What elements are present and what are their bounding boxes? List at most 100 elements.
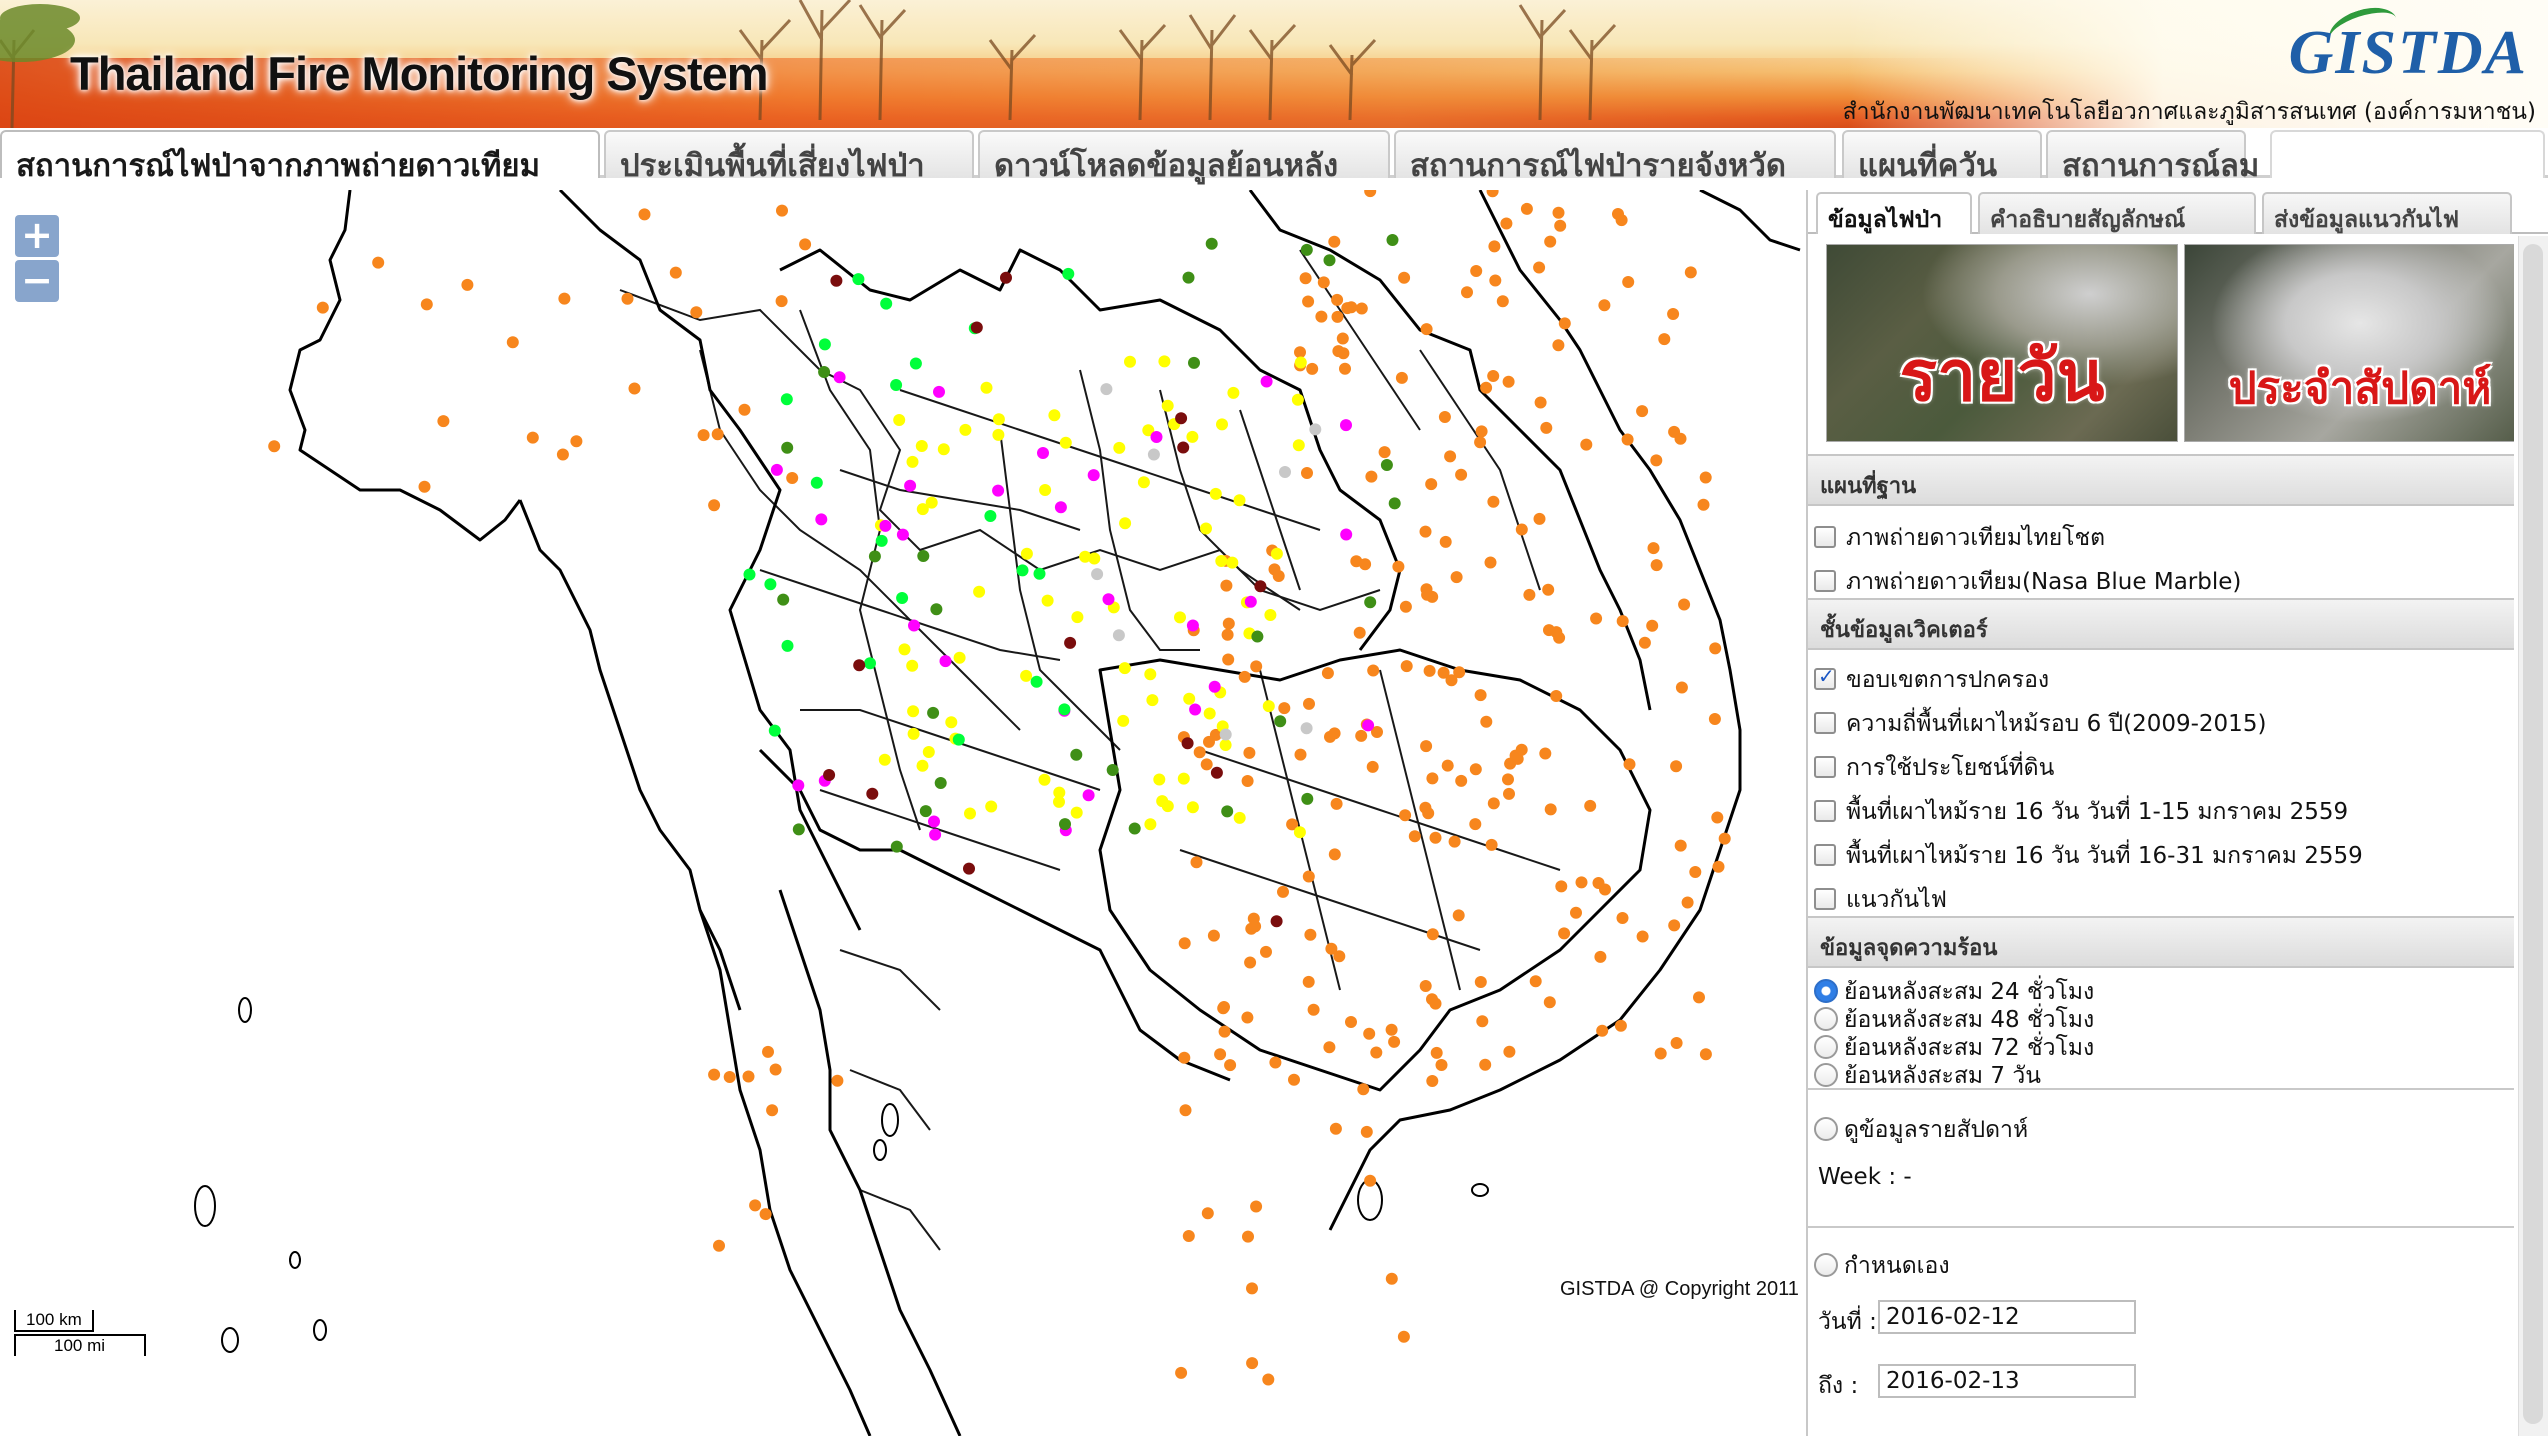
daily-label: รายวัน: [1899, 335, 2105, 417]
zoom-in-button[interactable]: +: [15, 215, 59, 257]
weekly-data-radio[interactable]: [1814, 1116, 1838, 1141]
admin-boundary-checkbox[interactable]: [1814, 664, 1836, 690]
custom-range-option[interactable]: กำหนดเอง: [1814, 1248, 1950, 1284]
hotspot-48h-radio[interactable]: [1814, 1006, 1838, 1031]
tab-download-history[interactable]: ดาวน์โหลดข้อมูลย้อนหลัง: [978, 130, 1390, 184]
hotspot-orange: [1367, 664, 1380, 677]
hotspot-green: [952, 733, 965, 746]
hotspot-yellow: [992, 428, 1005, 441]
hotspot-orange: [1543, 624, 1555, 637]
hotspot-orange: [1638, 636, 1651, 649]
hotspot-orange: [1674, 839, 1687, 852]
basemap-bluemarble-option[interactable]: ภาพถ่ายดาวเทียม(Nasa Blue Marble): [1814, 564, 2241, 600]
hotspot-orange: [1502, 375, 1515, 388]
hotspot-yellow: [1186, 430, 1199, 443]
hotspot-orange: [1399, 809, 1412, 822]
hotspot-orange: [638, 208, 651, 221]
burned-area-jan1-checkbox[interactable]: [1814, 799, 1836, 822]
hotspot-orange: [1489, 274, 1502, 287]
hotspot-dark-green: [792, 823, 805, 836]
hotspot-orange: [1699, 471, 1712, 484]
date-to-input[interactable]: [1878, 1364, 2136, 1398]
hotspot-orange: [316, 301, 329, 314]
hotspot-yellow: [992, 413, 1005, 426]
hotspot-orange: [1712, 860, 1725, 873]
tab-smoke-map[interactable]: แผนที่ควัน: [1842, 130, 2042, 184]
hotspot-yellow: [1048, 409, 1061, 422]
custom-range-radio[interactable]: [1814, 1252, 1838, 1277]
hotspot-orange: [1178, 937, 1191, 950]
hotspot-orange: [1623, 758, 1636, 771]
vector-admin-boundary-option[interactable]: ขอบเขตการปกครอง: [1814, 662, 2049, 698]
hotspot-72h-radio[interactable]: [1814, 1034, 1838, 1059]
fire-map[interactable]: + − GISTDA @ Copyright 2011 100 km 100 m…: [0, 190, 1806, 1436]
weekly-data-option[interactable]: ดูข้อมูลรายสัปดาห์: [1814, 1112, 2028, 1148]
hotspot-orange: [1329, 1122, 1342, 1135]
tab-fire-risk-assessment[interactable]: ประเมินพื้นที่เสี่ยงไฟป่า: [604, 130, 974, 184]
basemap-thaichote-option[interactable]: ภาพถ่ายดาวเทียมไทยโชต: [1814, 520, 2105, 556]
tab-fire-data[interactable]: ข้อมูลไฟป่า: [1816, 192, 1972, 234]
hotspot-green: [984, 510, 997, 522]
hotspot-dark-green: [919, 805, 932, 818]
hotspot-dark-green: [1301, 792, 1314, 805]
daily-fire-thumbnail[interactable]: รายวัน: [1826, 244, 2178, 442]
firebreak-checkbox[interactable]: [1814, 887, 1836, 910]
hotspot-orange: [1426, 993, 1438, 1006]
hotspot-orange: [1430, 1046, 1443, 1059]
hotspot-yellow: [1020, 547, 1033, 560]
vector-burn-frequency-option[interactable]: ความถี่พื้นที่เผาไหม้รอบ 6 ปี(2009-2015): [1814, 706, 2266, 742]
hotspot-green: [909, 357, 922, 370]
hotspot-yellow: [1020, 669, 1033, 682]
week-label: Week : -: [1818, 1164, 1912, 1190]
hotspot-orange: [1539, 747, 1552, 760]
hotspot-dark-green: [1059, 818, 1071, 831]
hotspot-orange: [1307, 1003, 1320, 1016]
tab-legend[interactable]: คำอธิบายสัญลักษณ์: [1978, 192, 2256, 234]
weekly-fire-thumbnail[interactable]: ประจำสัปดาห์: [2184, 244, 2514, 442]
hotspot-dark-green: [890, 840, 903, 853]
hotspot-orange: [1419, 525, 1432, 538]
hotspot-orange: [1385, 1023, 1398, 1036]
hotspot-orange: [1222, 617, 1235, 630]
hotspot-orange: [1474, 976, 1487, 988]
hotspot-yellow: [925, 496, 938, 509]
hotspot-orange: [1708, 713, 1721, 725]
hotspot-orange: [1203, 735, 1215, 748]
tab-send-firebreak[interactable]: ส่งข้อมูลแนวกันไฟ: [2262, 192, 2512, 234]
hotspot-yellow: [1233, 811, 1246, 824]
burned-area-jan16-checkbox[interactable]: [1814, 843, 1836, 866]
hotspot-yellow: [916, 759, 929, 772]
vector-landuse-option[interactable]: การใช้ประโยชน์ที่ดิน: [1814, 750, 2054, 786]
basemap-bluemarble-checkbox[interactable]: [1814, 569, 1836, 592]
tab-provincial-fire-situation[interactable]: สถานการณ์ไฟป่ารายจังหวัด: [1394, 130, 1836, 184]
scrollbar-thumb[interactable]: [2523, 244, 2543, 1424]
tab-satellite-fire-situation[interactable]: สถานการณ์ไฟป่าจากภาพถ่ายดาวเทียม: [0, 130, 600, 184]
tab-wind-situation[interactable]: สถานการณ์ลม: [2046, 130, 2259, 184]
hotspot-orange: [1479, 1058, 1492, 1071]
hotspot-orange: [1681, 896, 1694, 909]
zoom-out-button[interactable]: −: [15, 260, 59, 302]
landuse-checkbox[interactable]: [1814, 755, 1836, 778]
vector-burned-area-jan1-option[interactable]: พื้นที่เผาไหม้ราย 16 วัน วันที่ 1-15 มกร…: [1814, 794, 2348, 830]
hotspot-orange: [1592, 877, 1605, 889]
hotspot-7d-radio[interactable]: [1814, 1062, 1838, 1087]
date-from-input[interactable]: [1878, 1300, 2136, 1334]
hotspot-orange: [1684, 266, 1697, 279]
side-panel-scrollbar[interactable]: [2518, 236, 2548, 1436]
burn-frequency-checkbox[interactable]: [1814, 711, 1836, 734]
hotspot-green: [1058, 703, 1071, 716]
hotspot-orange: [1243, 746, 1256, 759]
hotspot-orange: [1520, 202, 1533, 215]
vector-burned-area-jan16-option[interactable]: พื้นที่เผาไหม้ราย 16 วัน วันที่ 16-31 มก…: [1814, 838, 2363, 874]
hotspot-orange: [1408, 830, 1421, 843]
hotspot-orange: [1500, 217, 1513, 230]
hotspot-orange: [1179, 1104, 1192, 1117]
basemap-thaichote-checkbox[interactable]: [1814, 525, 1836, 548]
hotspot-24h-radio[interactable]: [1814, 978, 1838, 1003]
vector-firebreak-option[interactable]: แนวกันไฟ: [1814, 882, 1947, 918]
gistda-logo: GISTDA: [2288, 19, 2528, 87]
hotspot-orange: [1533, 261, 1546, 274]
hotspot-grey: [1091, 568, 1104, 581]
hotspot-orange: [1345, 1016, 1357, 1028]
map-canvas[interactable]: [0, 190, 1806, 1436]
